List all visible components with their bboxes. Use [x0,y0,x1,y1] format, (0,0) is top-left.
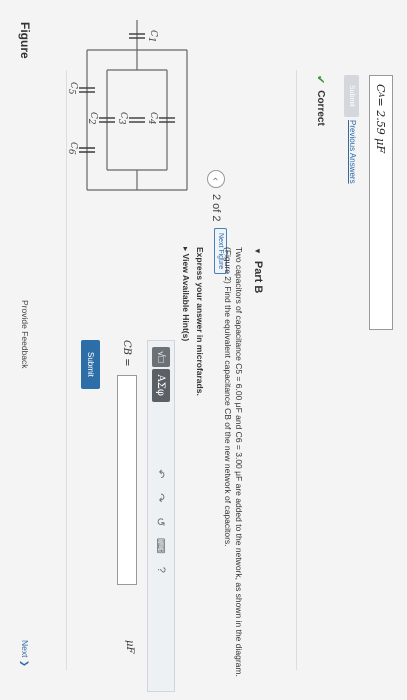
next-button[interactable]: Next ❯ [19,640,30,667]
help-icon[interactable]: ? [152,558,170,582]
part-b-header[interactable]: ▼ Part B [252,247,264,293]
keyboard-icon[interactable]: ⌨ [152,534,170,558]
pager-text: 2 of 2 [210,194,222,222]
label-c6: C6 [66,142,78,155]
part-b-instruction: Express your answer in microfarads. [195,247,205,396]
label-c5: C5 [66,82,78,95]
chevron-left-icon: ‹ [210,177,222,181]
undo-icon[interactable]: ↶ [152,462,170,486]
label-c4: C4 [146,112,158,125]
part-a-answer-display: CA = 2.59 μF [369,75,393,330]
reset-icon[interactable]: ↺ [152,510,170,534]
figure-pager: ‹ 2 of 2 › [207,170,225,231]
triangle-right-icon: ▸ [181,247,191,252]
part-b-submit-button[interactable]: Submit [81,340,100,389]
prev-figure-button[interactable]: ‹ [207,170,225,188]
correct-status: ✔ Correct [314,75,326,126]
equation-toolbar: √□ AΣφ ↶ ↷ ↺ ⌨ ? [147,340,175,692]
footer-divider [66,70,67,670]
part-b-question: Two capacitors of capacitance C5 = 6.00 … [223,247,244,677]
cb-label: CB = [121,340,133,367]
previous-answers-link[interactable]: Previous Answers [348,120,357,184]
label-c1: C1 [146,30,158,43]
cb-answer-input[interactable] [117,374,137,585]
templates-button[interactable]: √□ [152,347,170,367]
figure-title: Figure [18,22,32,59]
screen-canvas: Figure C1 C5 C6 C2 C3 C4 ‹ 2 of 2 Next F… [0,0,407,700]
redo-icon[interactable]: ↷ [152,486,170,510]
part-b-answer-row: CB = [117,340,137,585]
collapse-triangle-icon: ▼ [253,247,263,255]
circuit-diagram: C1 C5 C6 C2 C3 C4 [66,20,188,191]
label-c3: C3 [116,112,128,125]
checkmark-icon: ✔ [314,75,326,85]
symbols-button[interactable]: AΣφ [152,368,170,402]
label-c2: C2 [86,112,98,125]
unit-label: μF [124,640,135,654]
part-a-submit-button[interactable]: Submit [344,75,359,117]
provide-feedback-link[interactable]: Provide Feedback [20,300,30,369]
view-hints-link[interactable]: ▸ View Available Hint(s) [180,247,191,341]
section-divider [296,70,297,670]
